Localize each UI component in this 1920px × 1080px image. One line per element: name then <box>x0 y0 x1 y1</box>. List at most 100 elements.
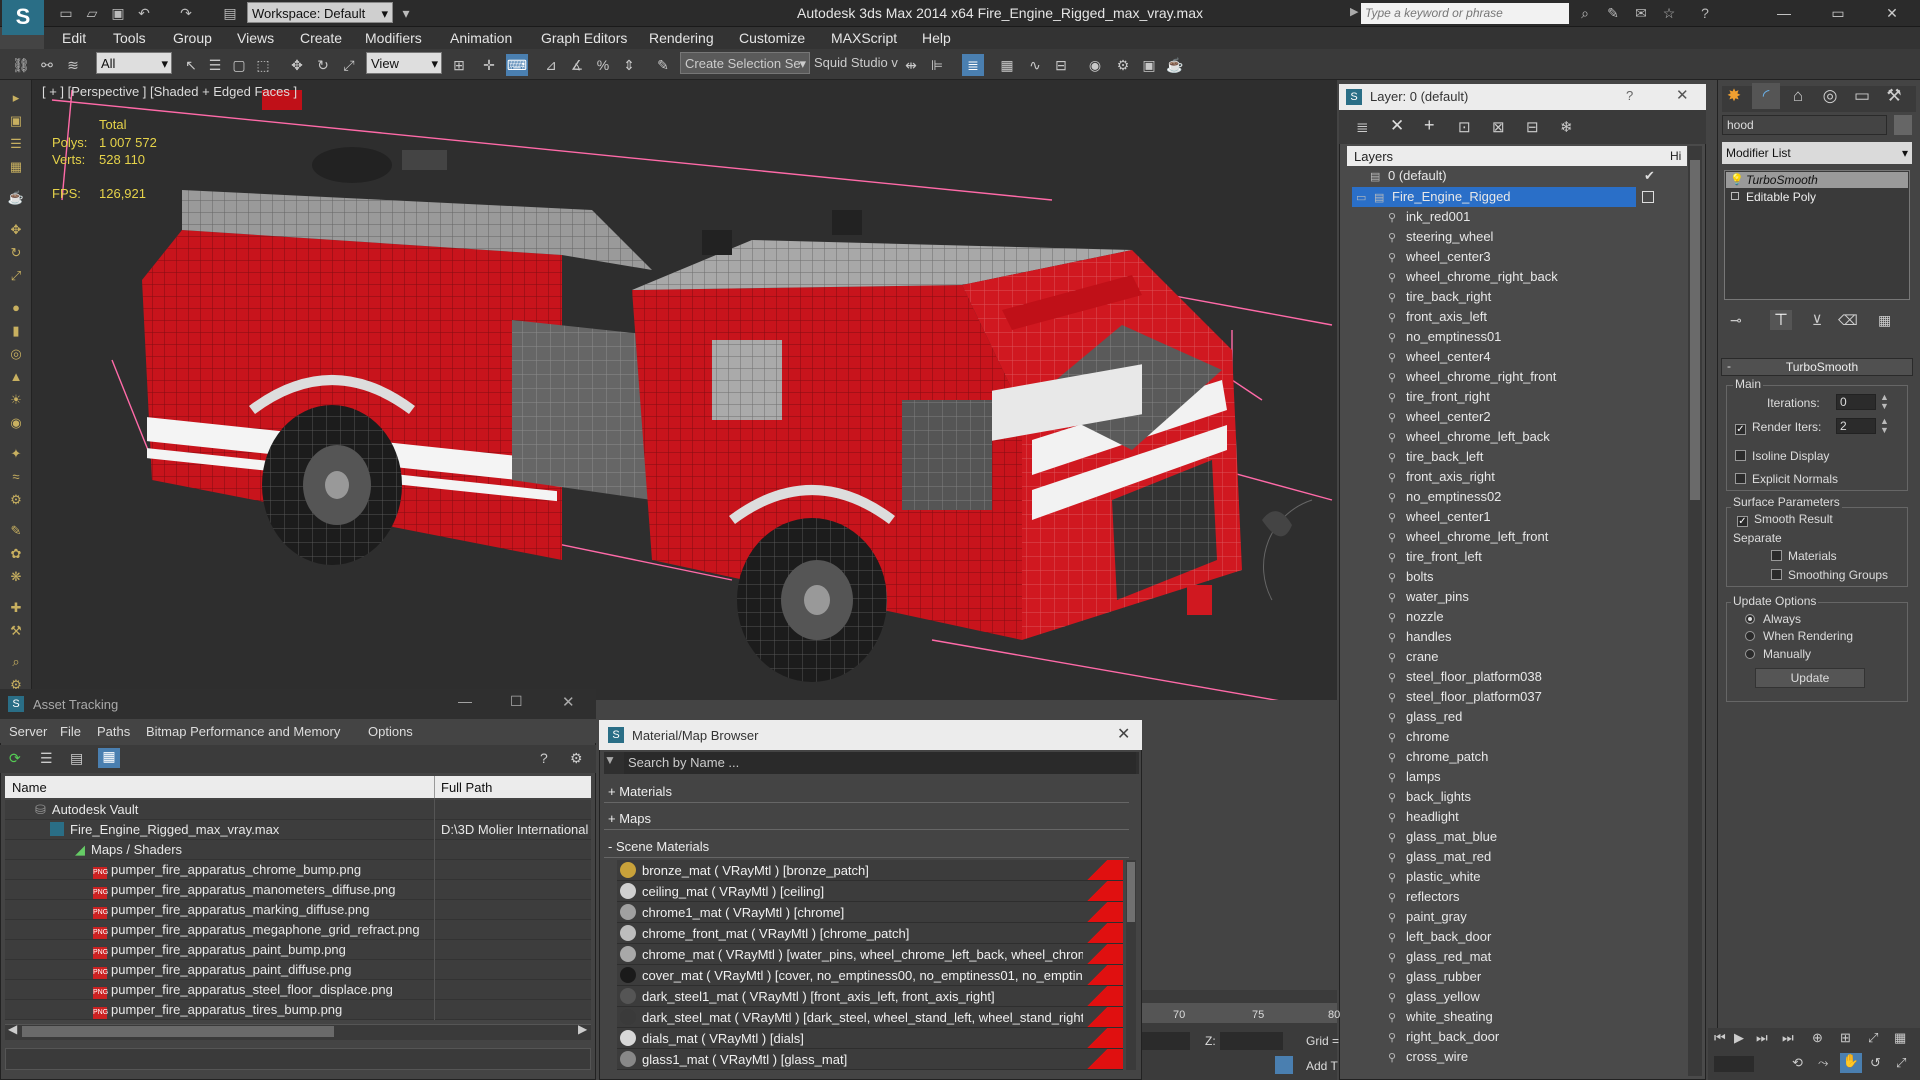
make-unique-icon[interactable]: ⊻ <box>1812 312 1822 329</box>
close-icon[interactable]: ✕ <box>562 693 575 711</box>
highlight-layer-icon[interactable]: ⊠ <box>1492 118 1505 136</box>
maximize-button[interactable]: ☐ <box>510 693 523 710</box>
strip-select-icon[interactable]: ▸ <box>7 90 25 106</box>
update-when-rendering-radio[interactable]: When Rendering <box>1745 629 1853 643</box>
layer-object-row[interactable]: ⚲ ink_red001 <box>1388 207 1718 227</box>
scene-material-row[interactable]: ceiling_mat ( VRayMtl ) [ceiling] <box>617 881 1123 902</box>
x-coordinate-field[interactable] <box>1142 1032 1190 1050</box>
configure-sets-icon[interactable]: ▦ <box>1878 312 1891 329</box>
layer-object-row[interactable]: ⚲ left_back_door <box>1388 927 1718 947</box>
move-icon[interactable]: ✥ <box>286 54 308 76</box>
rotate-icon[interactable]: ↻ <box>312 54 334 76</box>
update-always-radio[interactable]: Always <box>1745 612 1801 626</box>
close-icon[interactable]: ✕ <box>1117 724 1130 744</box>
asset-map-row[interactable]: PNG pumper_fire_apparatus_tires_bump.png <box>5 1000 591 1020</box>
select-by-name-icon[interactable]: ☰ <box>204 54 226 76</box>
scene-material-row[interactable]: chrome1_mat ( VRayMtl ) [chrome] <box>617 902 1123 923</box>
search-options-icon[interactable]: ▼ <box>604 753 616 767</box>
go-to-end-icon[interactable]: ⏭ <box>1782 1030 1794 1046</box>
edit-named-selection-icon[interactable]: ✎ <box>652 54 674 76</box>
asset-map-row[interactable]: PNG pumper_fire_apparatus_steel_floor_dis… <box>5 980 591 1000</box>
menu-edit[interactable]: Edit <box>62 27 86 49</box>
freeze-all-layers-icon[interactable]: ❄ <box>1560 118 1573 136</box>
squid-studio-label[interactable]: Squid Studio v <box>814 55 898 70</box>
layer-object-row[interactable]: ⚲ tire_back_right <box>1388 287 1718 307</box>
time-tag-icon[interactable] <box>1275 1056 1293 1074</box>
binoculars-icon[interactable]: ⌕ <box>1575 3 1595 23</box>
menu-create[interactable]: Create <box>300 27 342 49</box>
layer-object-row[interactable]: ⚲ headlight <box>1388 807 1718 827</box>
layer-object-row[interactable]: ⚲ handles <box>1388 627 1718 647</box>
layer-object-row[interactable]: ⚲ bolts <box>1388 567 1718 587</box>
layer-object-row[interactable]: ⚲ tire_front_left <box>1388 547 1718 567</box>
field-of-view-icon[interactable]: ▦ <box>1894 1030 1906 1046</box>
layer-object-row[interactable]: ⚲ front_axis_left <box>1388 307 1718 327</box>
menu-views[interactable]: Views <box>237 27 274 49</box>
layer-object-row[interactable]: ⚲ tire_back_left <box>1388 447 1718 467</box>
layer-object-row[interactable]: ⚲ steering_wheel <box>1388 227 1718 247</box>
menu-animation[interactable]: Animation <box>450 27 512 49</box>
strip-hammer-icon[interactable]: ⚒ <box>7 623 25 639</box>
scene-material-row[interactable]: glass1_mat ( VRayMtl ) [glass_mat] <box>617 1049 1123 1070</box>
close-icon[interactable]: ✕ <box>1676 86 1689 104</box>
strip-teapot-icon[interactable]: ☕ <box>7 190 25 206</box>
layer-object-row[interactable]: ⚲ nozzle <box>1388 607 1718 627</box>
render-production-icon[interactable]: ☕ <box>1164 54 1186 76</box>
layer-object-row[interactable]: ⚲ water_pins <box>1388 587 1718 607</box>
hide-toggle-box[interactable] <box>1642 191 1654 203</box>
perspective-viewport[interactable] <box>32 13 1337 711</box>
asset-row-vault[interactable]: ⛁ Autodesk Vault <box>5 800 591 820</box>
maximize-viewport-icon[interactable]: ⤢ <box>1868 1030 1878 1046</box>
col-name-header[interactable]: Name <box>12 780 47 795</box>
scene-material-row[interactable]: cover_mat ( VRayMtl ) [cover, no_emptine… <box>617 965 1123 986</box>
strip-list-icon[interactable]: ☰ <box>7 136 25 152</box>
z-coordinate-field[interactable] <box>1220 1032 1283 1050</box>
layer-object-row[interactable]: ⚲ right_back_door <box>1388 1027 1718 1047</box>
layer-object-row[interactable]: ⚲ chrome_patch <box>1388 747 1718 767</box>
layer-object-row[interactable]: ⚲ reflectors <box>1388 887 1718 907</box>
layer-object-row[interactable]: ⚲ steel_floor_platform038 <box>1388 667 1718 687</box>
smooth-result-checkbox[interactable]: ✓ Smooth Result <box>1737 512 1833 527</box>
spinner-arrows-icon[interactable]: ▲ ▼ <box>1880 393 1889 411</box>
close-window-button[interactable]: ✕ <box>1870 0 1914 27</box>
save-icon[interactable]: ▣ <box>108 3 128 23</box>
material-scrollbar-thumb[interactable] <box>1127 862 1135 922</box>
layer-object-row[interactable]: ⚲ no_emptiness02 <box>1388 487 1718 507</box>
snaps-toggle-icon[interactable]: ⊿ <box>540 54 562 76</box>
layer-object-row[interactable]: ⚲ wheel_center2 <box>1388 407 1718 427</box>
scale-icon[interactable]: ⤢ <box>338 54 360 76</box>
scene-material-row[interactable]: bronze_mat ( VRayMtl ) [bronze_patch] <box>617 860 1123 881</box>
walkthrough-icon[interactable]: ⤳ <box>1818 1055 1828 1071</box>
iterations-spinner[interactable]: 0 <box>1836 394 1876 410</box>
bulb-icon[interactable]: 💡 <box>1730 173 1744 186</box>
layer-object-row[interactable]: ⚲ glass_yellow <box>1388 987 1718 1007</box>
create-tab-icon[interactable]: ✸ <box>1720 83 1748 109</box>
layer-object-row[interactable]: ⚲ wheel_center1 <box>1388 507 1718 527</box>
refresh-icon[interactable]: ⟳ <box>9 750 21 767</box>
restore-button[interactable]: ▭ <box>1816 0 1860 27</box>
go-to-start-icon[interactable]: ⏮ <box>1714 1030 1726 1046</box>
layer-row-fire-engine[interactable]: ▭ ▤ Fire_Engine_Rigged <box>1356 187 1686 207</box>
menu-customize[interactable]: Customize <box>739 27 805 49</box>
percent-snap-icon[interactable]: % <box>592 54 614 76</box>
display-tab-icon[interactable]: ▭ <box>1848 83 1876 109</box>
zoom-all-icon[interactable]: ⊞ <box>1840 1030 1851 1046</box>
asset-map-row[interactable]: PNG pumper_fire_apparatus_paint_bump.png <box>5 940 591 960</box>
asset-menu-server[interactable]: Server <box>9 724 47 739</box>
strip-grid-icon[interactable]: ▦ <box>7 159 25 175</box>
separate-materials-checkbox[interactable]: Materials <box>1771 549 1837 563</box>
help-icon[interactable]: ? <box>1695 3 1715 23</box>
menu-tools[interactable]: Tools <box>113 27 146 49</box>
group-maps[interactable]: + Maps <box>604 808 1129 830</box>
spinner-snap-icon[interactable]: ⇕ <box>618 54 640 76</box>
asset-map-row[interactable]: PNG pumper_fire_apparatus_chrome_bump.png <box>5 860 591 880</box>
menu-help[interactable]: Help <box>922 27 951 49</box>
minimize-button[interactable]: — <box>458 693 472 709</box>
asset-menu-paths[interactable]: Paths <box>97 724 130 739</box>
layer-object-row[interactable]: ⚲ wheel_chrome_left_front <box>1388 527 1718 547</box>
add-to-layer-icon[interactable]: + <box>1424 115 1435 136</box>
group-scene-materials[interactable]: - Scene Materials <box>604 836 1129 858</box>
strip-box-icon[interactable]: ▣ <box>7 113 25 129</box>
named-selection-set-dropdown[interactable]: Create Selection Se ▾ <box>680 52 810 74</box>
viewport-label[interactable]: [ + ] [Perspective ] [Shaded + Edged Fac… <box>42 84 297 99</box>
